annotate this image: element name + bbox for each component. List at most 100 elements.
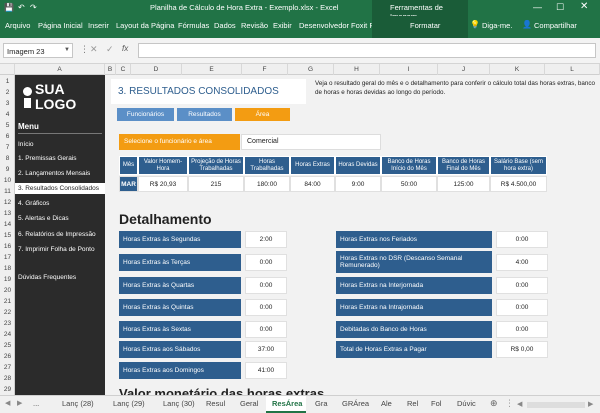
row-header[interactable]: 8 — [0, 155, 15, 162]
hscroll-right-icon[interactable]: ▶ — [588, 400, 593, 408]
row-header[interactable]: 16 — [0, 243, 15, 250]
sheet-tab[interactable]: Dúvic — [457, 399, 476, 408]
add-sheet-icon[interactable]: ⊕ — [490, 398, 498, 409]
row-header[interactable]: 9 — [0, 166, 15, 173]
sheet-tab[interactable]: Fol — [431, 399, 441, 408]
sidebar-item-resultados[interactable]: 3. Resultados Consolidados — [15, 183, 105, 194]
column-header[interactable]: B — [105, 64, 116, 75]
chevron-down-icon[interactable]: ▼ — [64, 47, 70, 53]
sheet-tab[interactable]: GRÁrea — [342, 399, 369, 408]
fx-icon[interactable]: fx — [122, 44, 128, 53]
sheet-more-left[interactable]: ... — [33, 399, 39, 408]
row-header[interactable]: 2 — [0, 89, 15, 96]
sidebar-item-alertas[interactable]: 5. Alertas e Dicas — [18, 215, 69, 222]
row-header[interactable]: 4 — [0, 111, 15, 118]
tab-desenvolvedor[interactable]: Desenvolvedor — [299, 21, 349, 30]
tab-inserir[interactable]: Inserir — [88, 21, 109, 30]
tell-me-search[interactable]: Diga-me. — [482, 21, 512, 30]
sidebar-item-premissas[interactable]: 1. Premissas Gerais — [18, 155, 77, 162]
row-header[interactable]: 6 — [0, 133, 15, 140]
column-header[interactable]: A — [15, 64, 105, 75]
tab-dados[interactable]: Dados — [214, 21, 236, 30]
row-header[interactable]: 22 — [0, 309, 15, 316]
share-button[interactable]: Compartilhar — [534, 21, 577, 30]
cancel-icon[interactable]: ✕ — [90, 44, 98, 55]
row-header[interactable]: 23 — [0, 320, 15, 327]
sidebar-item-lancamentos[interactable]: 2. Lançamentos Mensais — [18, 170, 90, 177]
sheet-tab[interactable]: Gra — [315, 399, 328, 408]
column-header[interactable]: L — [545, 64, 600, 75]
tab-layout[interactable]: Layout da Página — [116, 21, 174, 30]
sheet-tab[interactable]: Ale — [381, 399, 392, 408]
prev-sheet-icon[interactable]: ◀ — [5, 399, 10, 407]
row-header[interactable]: 26 — [0, 353, 15, 360]
sidebar-item-graficos[interactable]: 4. Gráficos — [18, 200, 49, 207]
sheet-tab[interactable]: Lanç (30) — [163, 399, 195, 408]
select-all-corner[interactable] — [0, 64, 15, 75]
row-header[interactable]: 1 — [0, 78, 15, 85]
tab-pagina-inicial[interactable]: Página Inicial — [38, 21, 83, 30]
tab-exibir[interactable]: Exibir — [273, 21, 292, 30]
row-header[interactable]: 18 — [0, 265, 15, 272]
save-icon[interactable]: 💾 — [4, 3, 14, 12]
sheet-tab[interactable]: Rel — [407, 399, 418, 408]
column-header[interactable]: D — [131, 64, 182, 75]
resultados-button[interactable]: Resultados — [177, 108, 232, 121]
column-header[interactable]: E — [182, 64, 242, 75]
sheet-tab[interactable]: Lanç (28) — [62, 399, 94, 408]
redo-icon[interactable]: ↷ — [30, 3, 37, 12]
row-header[interactable]: 25 — [0, 342, 15, 349]
column-header[interactable]: C — [116, 64, 131, 75]
area-select[interactable]: Comercial — [241, 134, 381, 150]
column-header[interactable]: I — [380, 64, 438, 75]
sheet-tab[interactable]: Resul — [206, 399, 225, 408]
column-header[interactable]: F — [242, 64, 288, 75]
horizontal-scrollbar[interactable] — [527, 402, 585, 408]
column-header[interactable]: J — [438, 64, 490, 75]
close-icon[interactable]: ✕ — [580, 1, 588, 12]
tab-formatar[interactable]: Formatar — [410, 21, 440, 30]
row-header[interactable]: 12 — [0, 199, 15, 206]
tab-revisao[interactable]: Revisão — [241, 21, 268, 30]
row-header[interactable]: 14 — [0, 221, 15, 228]
minimize-icon[interactable]: — — [533, 2, 542, 12]
row-header[interactable]: 27 — [0, 364, 15, 371]
row-header[interactable]: 19 — [0, 276, 15, 283]
sidebar-item-relatorios[interactable]: 6. Relatórios de Impressão — [18, 231, 96, 238]
row-header[interactable]: 15 — [0, 232, 15, 239]
row-header[interactable]: 21 — [0, 298, 15, 305]
hscroll-left-icon[interactable]: ◀ — [517, 400, 522, 408]
row-header[interactable]: 10 — [0, 177, 15, 184]
area-button[interactable]: Área — [235, 108, 290, 121]
row-header[interactable]: 7 — [0, 144, 15, 151]
name-box[interactable]: Imagem 23 ▼ — [3, 43, 73, 58]
formula-input[interactable] — [138, 43, 596, 58]
row-header[interactable]: 3 — [0, 100, 15, 107]
row-header[interactable]: 17 — [0, 254, 15, 261]
confirm-icon[interactable]: ✓ — [106, 44, 114, 55]
row-header[interactable]: 13 — [0, 210, 15, 217]
table-header: Horas Trabalhadas — [244, 156, 290, 175]
maximize-icon[interactable]: ☐ — [556, 2, 564, 13]
row-header[interactable]: 11 — [0, 188, 15, 195]
funcionarios-button[interactable]: Funcionários — [117, 108, 174, 121]
row-header[interactable]: 5 — [0, 122, 15, 129]
column-header[interactable]: G — [288, 64, 334, 75]
row-header[interactable]: 28 — [0, 375, 15, 382]
column-header[interactable]: H — [334, 64, 380, 75]
sheet-tab[interactable]: Geral — [240, 399, 258, 408]
column-header[interactable]: K — [490, 64, 545, 75]
tab-formulas[interactable]: Fórmulas — [178, 21, 209, 30]
sidebar-item-inicio[interactable]: Início — [18, 141, 34, 148]
sheet-tab-active[interactable]: ResÁrea — [266, 396, 306, 413]
sidebar-item-duvidas[interactable]: Dúvidas Frequentes — [18, 274, 76, 281]
scroll-menu-icon[interactable]: ⋮ — [505, 398, 514, 409]
sheet-tab[interactable]: Lanç (29) — [113, 399, 145, 408]
row-header[interactable]: 29 — [0, 386, 15, 393]
row-header[interactable]: 24 — [0, 331, 15, 338]
tab-arquivo[interactable]: Arquivo — [5, 21, 30, 30]
sidebar-item-folha-ponto[interactable]: 7. Imprimir Folha de Ponto — [18, 246, 95, 253]
row-header[interactable]: 20 — [0, 287, 15, 294]
next-sheet-icon[interactable]: ▶ — [17, 399, 22, 407]
undo-icon[interactable]: ↶ — [18, 3, 25, 12]
